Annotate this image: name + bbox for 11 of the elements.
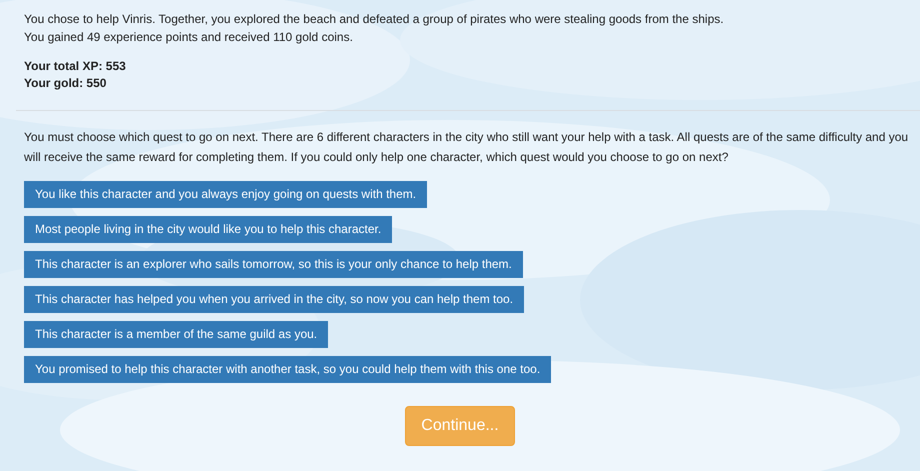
answer-option[interactable]: You promised to help this character with another task, so you could help them with this one too. <box>24 356 552 383</box>
stat-text: Your gold: 550 <box>24 75 106 92</box>
result-text: You gained 49 experience points and received 110 gold coins. <box>24 29 353 46</box>
stat-text: Your total XP: 553 <box>24 58 126 75</box>
answer-option[interactable]: You like this character and you always enjoy going on quests with them. <box>24 181 428 208</box>
answer-option[interactable]: This character has helped you when you arrived in the city, so now you can help them too. <box>24 286 524 313</box>
question-text: You must choose which quest to go on next. There are 6 different characters in the city who still want your help with a task. All quests are of the same difficulty and you will receive the same reward for completing them. If you could only help one character, which quest would you choose to go on next? <box>24 129 910 166</box>
answer-option[interactable]: Most people living in the city would like you to help this character. <box>24 216 392 243</box>
result-text: You chose to help Vinris. Together, you explored the beach and defeated a group of pirates who were stealing goods from the ships. <box>24 11 724 28</box>
answer-option[interactable]: This character is a member of the same guild as you. <box>24 321 328 348</box>
answer-option[interactable]: This character is an explorer who sails tomorrow, so this is your only chance to help them. <box>24 251 523 278</box>
